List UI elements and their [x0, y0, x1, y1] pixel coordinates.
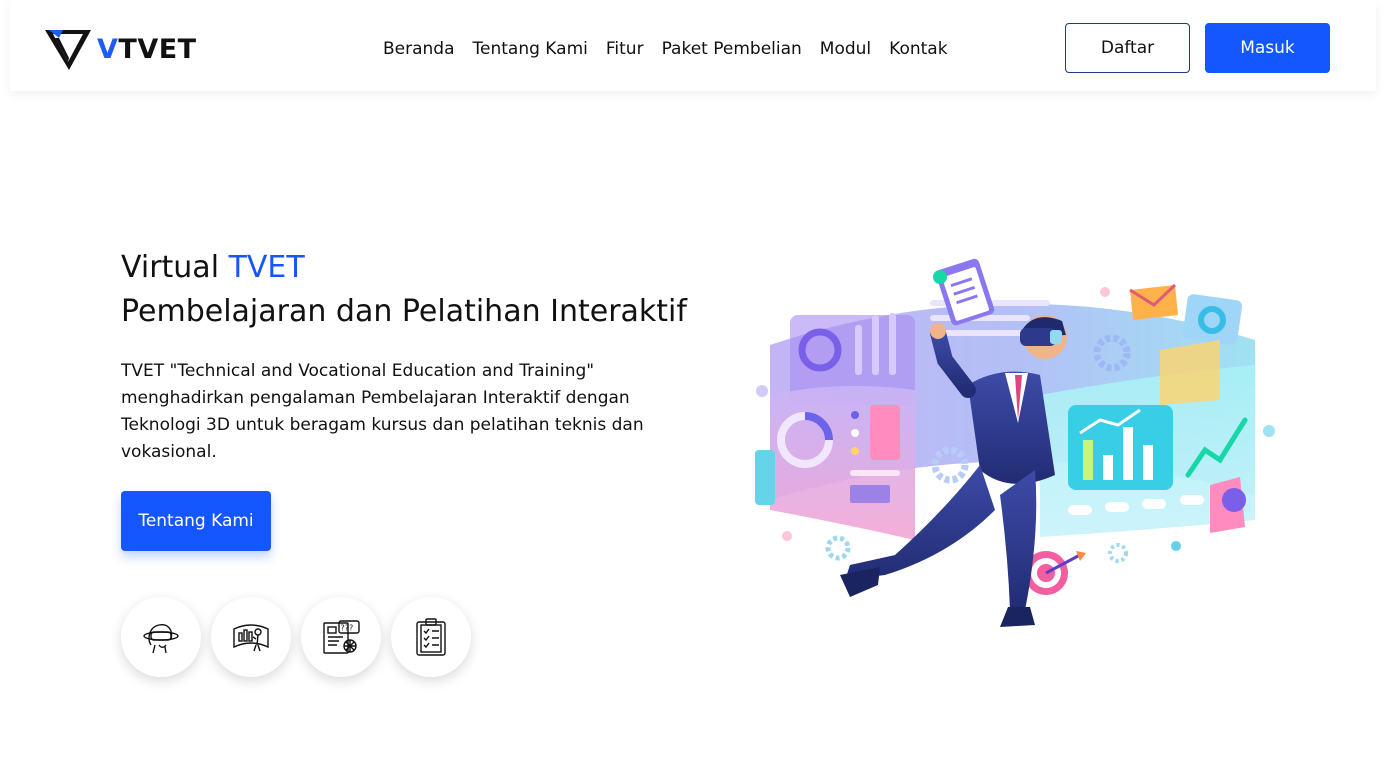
- register-button[interactable]: Daftar: [1065, 23, 1190, 73]
- bar-shape: [1123, 427, 1133, 480]
- nav-item-tentang-kami[interactable]: Tentang Kami: [473, 36, 588, 62]
- pill-shape: [1180, 495, 1204, 505]
- bar-shape: [889, 313, 896, 375]
- hero-subtitle: Pembelajaran dan Pelatihan Interaktif: [121, 294, 687, 329]
- checklist-clipboard-icon: [416, 618, 446, 656]
- check-badge-icon: [933, 270, 947, 284]
- landing-page: VTVET Beranda Tentang Kami Fitur Paket P…: [0, 0, 1386, 774]
- pill-shape: [1105, 502, 1129, 512]
- pill-shape: [1142, 499, 1166, 509]
- dot-shape: [851, 429, 859, 437]
- feature-virtual-screen[interactable]: [211, 597, 291, 677]
- feature-icon-row: ???: [121, 597, 471, 677]
- hero-title-accent: TVET: [228, 250, 305, 285]
- virtual-screen-icon: [233, 624, 269, 652]
- chart-card-top-right: [1182, 294, 1243, 345]
- dot-shape: [1100, 287, 1110, 297]
- feature-checklist[interactable]: [391, 597, 471, 677]
- text-line-shape: [850, 470, 900, 476]
- edge-panel-shape: [755, 450, 775, 505]
- dot-shape: [851, 411, 859, 419]
- gear-icon: [825, 535, 851, 561]
- main-menu: Beranda Tentang Kami Fitur Paket Pembeli…: [383, 36, 948, 62]
- bar-shape: [855, 325, 862, 375]
- logo-text-accent: V: [97, 34, 119, 65]
- bar-shape: [1103, 455, 1113, 480]
- pink-card-shape: [870, 405, 900, 460]
- hero-illustration: [755, 258, 1275, 627]
- document-card-shape: [1160, 340, 1220, 405]
- quiz-document-icon: ???: [323, 620, 360, 654]
- dot-shape: [756, 385, 768, 397]
- login-button[interactable]: Masuk: [1205, 23, 1330, 73]
- dot-shape: [1263, 425, 1275, 437]
- bar-shape: [872, 315, 879, 375]
- dot-shape: [782, 531, 792, 541]
- image-card-shape: [850, 485, 890, 503]
- nav-item-kontak[interactable]: Kontak: [889, 36, 947, 62]
- nav-item-fitur[interactable]: Fitur: [606, 36, 644, 62]
- logo[interactable]: VTVET: [45, 28, 197, 72]
- pie-chart-icon: [1222, 488, 1246, 512]
- dot-shape: [851, 447, 859, 455]
- feature-vr[interactable]: [121, 597, 201, 677]
- logo-text: VTVET: [97, 28, 197, 72]
- svg-text:???: ???: [341, 624, 354, 633]
- about-us-button[interactable]: Tentang Kami: [121, 491, 271, 551]
- vr-headset-icon: [143, 624, 179, 654]
- bar-shape: [1083, 440, 1093, 480]
- bar-shape: [1143, 445, 1153, 480]
- feature-quiz[interactable]: ???: [301, 597, 381, 677]
- gear-icon: [1108, 543, 1128, 563]
- pill-shape: [1068, 505, 1092, 515]
- logo-text-rest: TVET: [118, 34, 197, 65]
- hero-title-prefix: Virtual: [121, 250, 220, 285]
- hero-title: Virtual TVET: [121, 248, 305, 288]
- nav-item-paket-pembelian[interactable]: Paket Pembelian: [662, 36, 802, 62]
- hero-description: TVET "Technical and Vocational Education…: [121, 361, 644, 462]
- nav-item-modul[interactable]: Modul: [820, 36, 871, 62]
- navbar: VTVET Beranda Tentang Kami Fitur Paket P…: [10, 0, 1376, 91]
- logo-icon: [45, 30, 91, 70]
- nav-item-beranda[interactable]: Beranda: [383, 36, 455, 62]
- dot-shape: [1171, 541, 1181, 551]
